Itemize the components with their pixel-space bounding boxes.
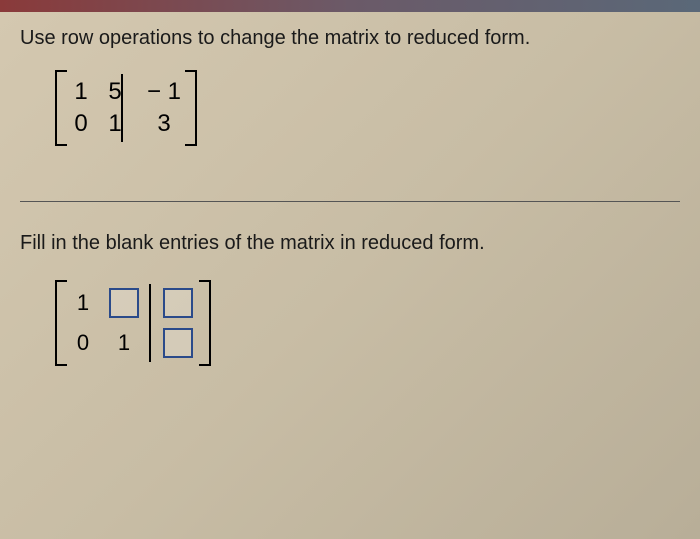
augment-divider	[121, 74, 123, 142]
section-divider	[20, 201, 680, 202]
problem-instruction: Use row operations to change the matrix …	[20, 27, 680, 50]
bracket-left	[55, 280, 67, 366]
matrix-cell: − 1	[139, 78, 181, 106]
matrix-cell: 1	[109, 330, 139, 356]
matrix-cell: 0	[71, 110, 91, 138]
bracket-right	[185, 70, 197, 146]
matrix-input-r1c3[interactable]	[163, 288, 193, 318]
window-top-bar	[0, 0, 700, 12]
matrix-input-r2c3[interactable]	[163, 328, 193, 358]
bracket-left	[55, 70, 67, 146]
matrix-input-r1c2[interactable]	[109, 288, 139, 318]
bracket-right	[199, 280, 211, 366]
source-matrix: 1 5 − 1 0 1 3	[55, 70, 197, 151]
matrix-cell: 0	[73, 330, 93, 356]
answer-matrix: 1 0 1	[55, 280, 680, 371]
augment-divider	[149, 284, 151, 362]
content-area: Use row operations to change the matrix …	[0, 12, 700, 386]
answer-instruction: Fill in the blank entries of the matrix …	[20, 232, 680, 255]
matrix-cell: 3	[139, 110, 181, 138]
matrix-cell: 1	[73, 290, 93, 316]
matrix-cell: 1	[71, 78, 91, 106]
